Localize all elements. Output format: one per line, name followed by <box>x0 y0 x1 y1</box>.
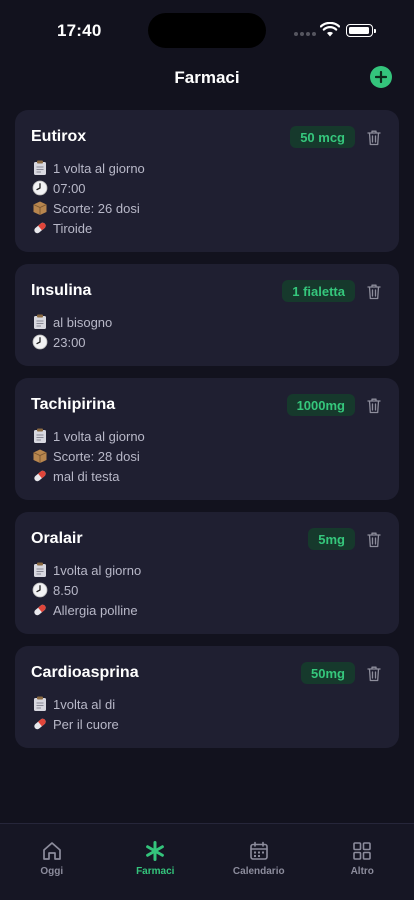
tab-label: Calendario <box>232 866 285 877</box>
medication-detail-text: mal di testa <box>53 468 120 484</box>
medication-detail: Scorte: 28 dosi <box>31 446 383 466</box>
clipboard-icon <box>31 314 49 330</box>
plus-icon <box>375 71 387 83</box>
pill-icon <box>31 468 49 484</box>
tab-altro[interactable]: Altro <box>311 824 414 900</box>
header: Farmaci <box>0 60 414 94</box>
delete-medication-button[interactable] <box>365 396 383 414</box>
medication-detail: 8.50 <box>31 580 383 600</box>
status-time: 17:40 <box>57 21 102 40</box>
battery-icon <box>346 24 376 37</box>
medication-detail-text: Per il cuore <box>53 716 119 732</box>
pill-icon <box>31 220 49 236</box>
medication-detail: Scorte: 26 dosi <box>31 198 383 218</box>
medication-detail-text: 07:00 <box>53 180 86 196</box>
trash-icon <box>366 531 382 548</box>
medication-detail-text: 1volta al di <box>53 696 116 712</box>
tab-bar: Oggi Farmaci Calendario Altro <box>0 823 414 900</box>
trash-icon <box>366 665 382 682</box>
status-bar: 17:40 <box>0 0 414 60</box>
trash-icon <box>366 397 382 414</box>
clipboard-icon <box>31 562 49 578</box>
medication-detail: 07:00 <box>31 178 383 198</box>
clock-icon <box>31 334 49 350</box>
medication-detail: 1 volta al giorno <box>31 158 383 178</box>
medication-detail-text: 1 volta al giorno <box>53 160 145 176</box>
medication-card[interactable]: Oralair 5mg 1volta al giorno 8.50 Allerg… <box>15 512 399 634</box>
medication-name: Oralair <box>31 530 83 547</box>
medication-name: Eutirox <box>31 128 87 145</box>
trash-icon <box>366 283 382 300</box>
medication-detail: 1volta al di <box>31 694 383 714</box>
pill-icon <box>31 716 49 732</box>
clipboard-icon <box>31 160 49 176</box>
dose-badge: 1 fialetta <box>282 280 355 302</box>
medication-detail-text: 1volta al giorno <box>53 562 142 578</box>
clipboard-icon <box>31 428 49 444</box>
pill-icon <box>31 602 49 618</box>
medication-detail: mal di testa <box>31 466 383 486</box>
delete-medication-button[interactable] <box>365 664 383 682</box>
medication-detail: Tiroide <box>31 218 383 238</box>
dose-badge: 50 mcg <box>290 126 355 148</box>
tab-label: Farmaci <box>136 866 175 877</box>
medication-name: Cardioasprina <box>31 664 139 681</box>
medication-detail: 1 volta al giorno <box>31 426 383 446</box>
medication-detail-text: 8.50 <box>53 582 79 598</box>
grid-icon <box>351 840 373 862</box>
medication-card[interactable]: Cardioasprina 50mg 1volta al di Per il c… <box>15 646 399 748</box>
medication-detail: al bisogno <box>31 312 383 332</box>
tab-label: Altro <box>350 866 374 877</box>
delete-medication-button[interactable] <box>365 282 383 300</box>
home-icon <box>41 840 63 862</box>
medication-detail-text: al bisogno <box>53 314 113 330</box>
tab-label: Oggi <box>40 866 64 877</box>
medication-detail-text: 1 volta al giorno <box>53 428 145 444</box>
medication-detail: Per il cuore <box>31 714 383 734</box>
wifi-icon <box>319 21 341 42</box>
tab-oggi[interactable]: Oggi <box>0 824 104 900</box>
calendar-icon <box>248 840 270 862</box>
medication-detail-text: 23:00 <box>53 334 86 350</box>
medication-card[interactable]: Insulina 1 fialetta al bisogno 23:00 <box>15 264 399 366</box>
tab-calendario[interactable]: Calendario <box>207 824 311 900</box>
medication-detail-text: Allergia polline <box>53 602 138 618</box>
signal-icon <box>294 32 316 36</box>
clock-icon <box>31 582 49 598</box>
medication-detail: 1volta al giorno <box>31 560 383 580</box>
page-title: Farmaci <box>174 68 240 87</box>
box-icon <box>31 448 49 464</box>
dynamic-island <box>148 13 266 48</box>
medication-detail-text: Scorte: 28 dosi <box>53 448 140 464</box>
medication-name: Tachipirina <box>31 396 116 413</box>
medication-card[interactable]: Tachipirina 1000mg 1 volta al giorno Sco… <box>15 378 399 500</box>
delete-medication-button[interactable] <box>365 128 383 146</box>
dose-badge: 5mg <box>308 528 355 550</box>
medication-list: Eutirox 50 mcg 1 volta al giorno 07:00 S… <box>15 110 399 760</box>
medication-card[interactable]: Eutirox 50 mcg 1 volta al giorno 07:00 S… <box>15 110 399 252</box>
medication-detail-text: Tiroide <box>53 220 93 236</box>
dose-badge: 50mg <box>301 662 355 684</box>
medication-detail: 23:00 <box>31 332 383 352</box>
delete-medication-button[interactable] <box>365 530 383 548</box>
trash-icon <box>366 129 382 146</box>
medication-detail: Allergia polline <box>31 600 383 620</box>
dose-badge: 1000mg <box>286 394 355 416</box>
add-medication-button[interactable] <box>370 66 392 88</box>
tab-farmaci[interactable]: Farmaci <box>104 824 208 900</box>
medication-name: Insulina <box>31 282 92 299</box>
clipboard-icon <box>31 696 49 712</box>
asterisk-icon <box>144 840 166 862</box>
medication-detail-text: Scorte: 26 dosi <box>53 200 140 216</box>
clock-icon <box>31 180 49 196</box>
box-icon <box>31 200 49 216</box>
